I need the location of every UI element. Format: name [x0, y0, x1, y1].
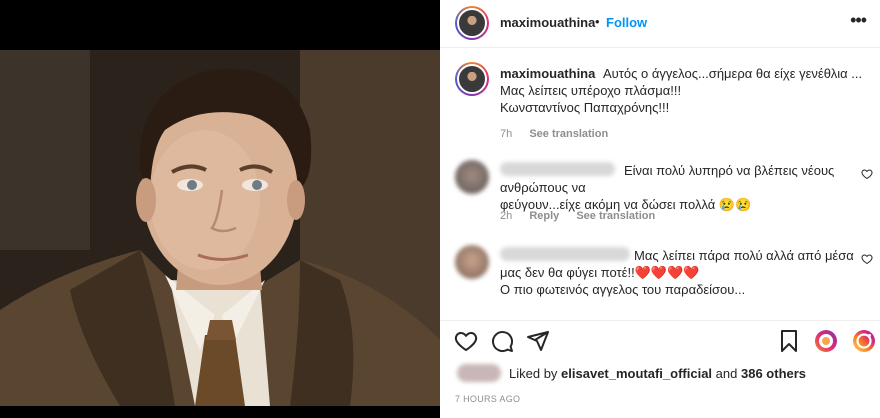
comment-text: Μας λείπει πάρα πολύ αλλά από μέσα μας δ…: [500, 247, 860, 298]
liker-avatars-blurred[interactable]: [457, 364, 501, 382]
comment-text: Είναι πολύ λυπηρό να βλέπεις νέους ανθρώ…: [500, 162, 860, 213]
post-header: maximouathina • Follow •••: [440, 0, 880, 48]
caption-username[interactable]: maximouathina: [500, 66, 595, 81]
commenter-avatar[interactable]: [455, 245, 489, 279]
post-sidebar: maximouathina • Follow ••• maximouathina…: [440, 0, 880, 418]
commenter-avatar[interactable]: [455, 160, 489, 194]
likes-others-count[interactable]: 386 others: [741, 366, 806, 381]
comment-item: Μας λείπει πάρα πολύ αλλά από μέσα μας δ…: [455, 245, 875, 300]
like-heart-icon[interactable]: [454, 329, 478, 353]
comment-line-1: Μας λείπει πάρα πολύ αλλά από μέσα: [634, 248, 854, 263]
instagram-badge-icon[interactable]: [814, 329, 838, 353]
comment-line-3: Ο πιο φωτεινός αγγελος του παραδείσου...: [500, 282, 746, 297]
caption-line-1: Αυτός ο άγγελος...σήμερα θα είχε γενέθλι…: [602, 66, 863, 81]
see-translation-link[interactable]: See translation: [576, 210, 655, 222]
caption-line-2: Μας λείπεις υπέροχο πλάσμα!!!: [500, 83, 682, 98]
caption-text: maximouathina Αυτός ο άγγελος...σήμερα θ…: [500, 65, 870, 116]
caption-meta: 7h See translation: [500, 128, 622, 140]
likes-prefix: Liked by: [509, 366, 558, 381]
caption-time: 7h: [500, 128, 513, 140]
likes-summary[interactable]: Liked by elisavet_moutafi_official and 3…: [509, 366, 806, 381]
caption-line-3: Κωνσταντίνος Παπαχρόνης!!!: [500, 100, 670, 115]
comment-item: Είναι πολύ λυπηρό να βλέπεις νέους ανθρώ…: [455, 160, 875, 230]
post-photo[interactable]: [0, 0, 440, 418]
comment-time: 2h: [500, 210, 513, 222]
author-username[interactable]: maximouathina: [500, 15, 595, 30]
separator-dot: •: [595, 14, 600, 29]
liker-username[interactable]: elisavet_moutafi_official: [561, 366, 712, 381]
save-bookmark-icon[interactable]: [778, 329, 800, 353]
likes-and: and: [715, 366, 738, 381]
more-options-icon[interactable]: •••: [850, 10, 867, 31]
like-comment-heart-icon[interactable]: [861, 253, 873, 265]
author-avatar[interactable]: [455, 6, 489, 40]
follow-button[interactable]: Follow: [606, 15, 647, 30]
comment-bubble-icon[interactable]: [490, 329, 514, 353]
caption-avatar[interactable]: [455, 62, 489, 96]
share-paper-plane-icon[interactable]: [526, 329, 550, 353]
like-comment-heart-icon[interactable]: [861, 168, 873, 180]
post-actions-bar: [440, 320, 880, 360]
post-timestamp: 7 HOURS AGO: [455, 394, 521, 404]
comment-line-2: μας δεν θα φύγει ποτέ!!❤️❤️❤️❤️: [500, 265, 700, 280]
instagram-badge-icon[interactable]: [852, 329, 876, 353]
comment-line-1: Είναι πολύ λυπηρό να βλέπεις νέους ανθρώ…: [500, 163, 835, 195]
portrait-image: [0, 50, 440, 406]
reply-link[interactable]: Reply: [529, 210, 559, 222]
photo-bottom-bar: [0, 406, 440, 418]
see-translation-link[interactable]: See translation: [529, 128, 608, 140]
likes-row: Liked by elisavet_moutafi_official and 3…: [455, 362, 875, 386]
comment-meta: 2h Reply See translation: [500, 210, 669, 222]
